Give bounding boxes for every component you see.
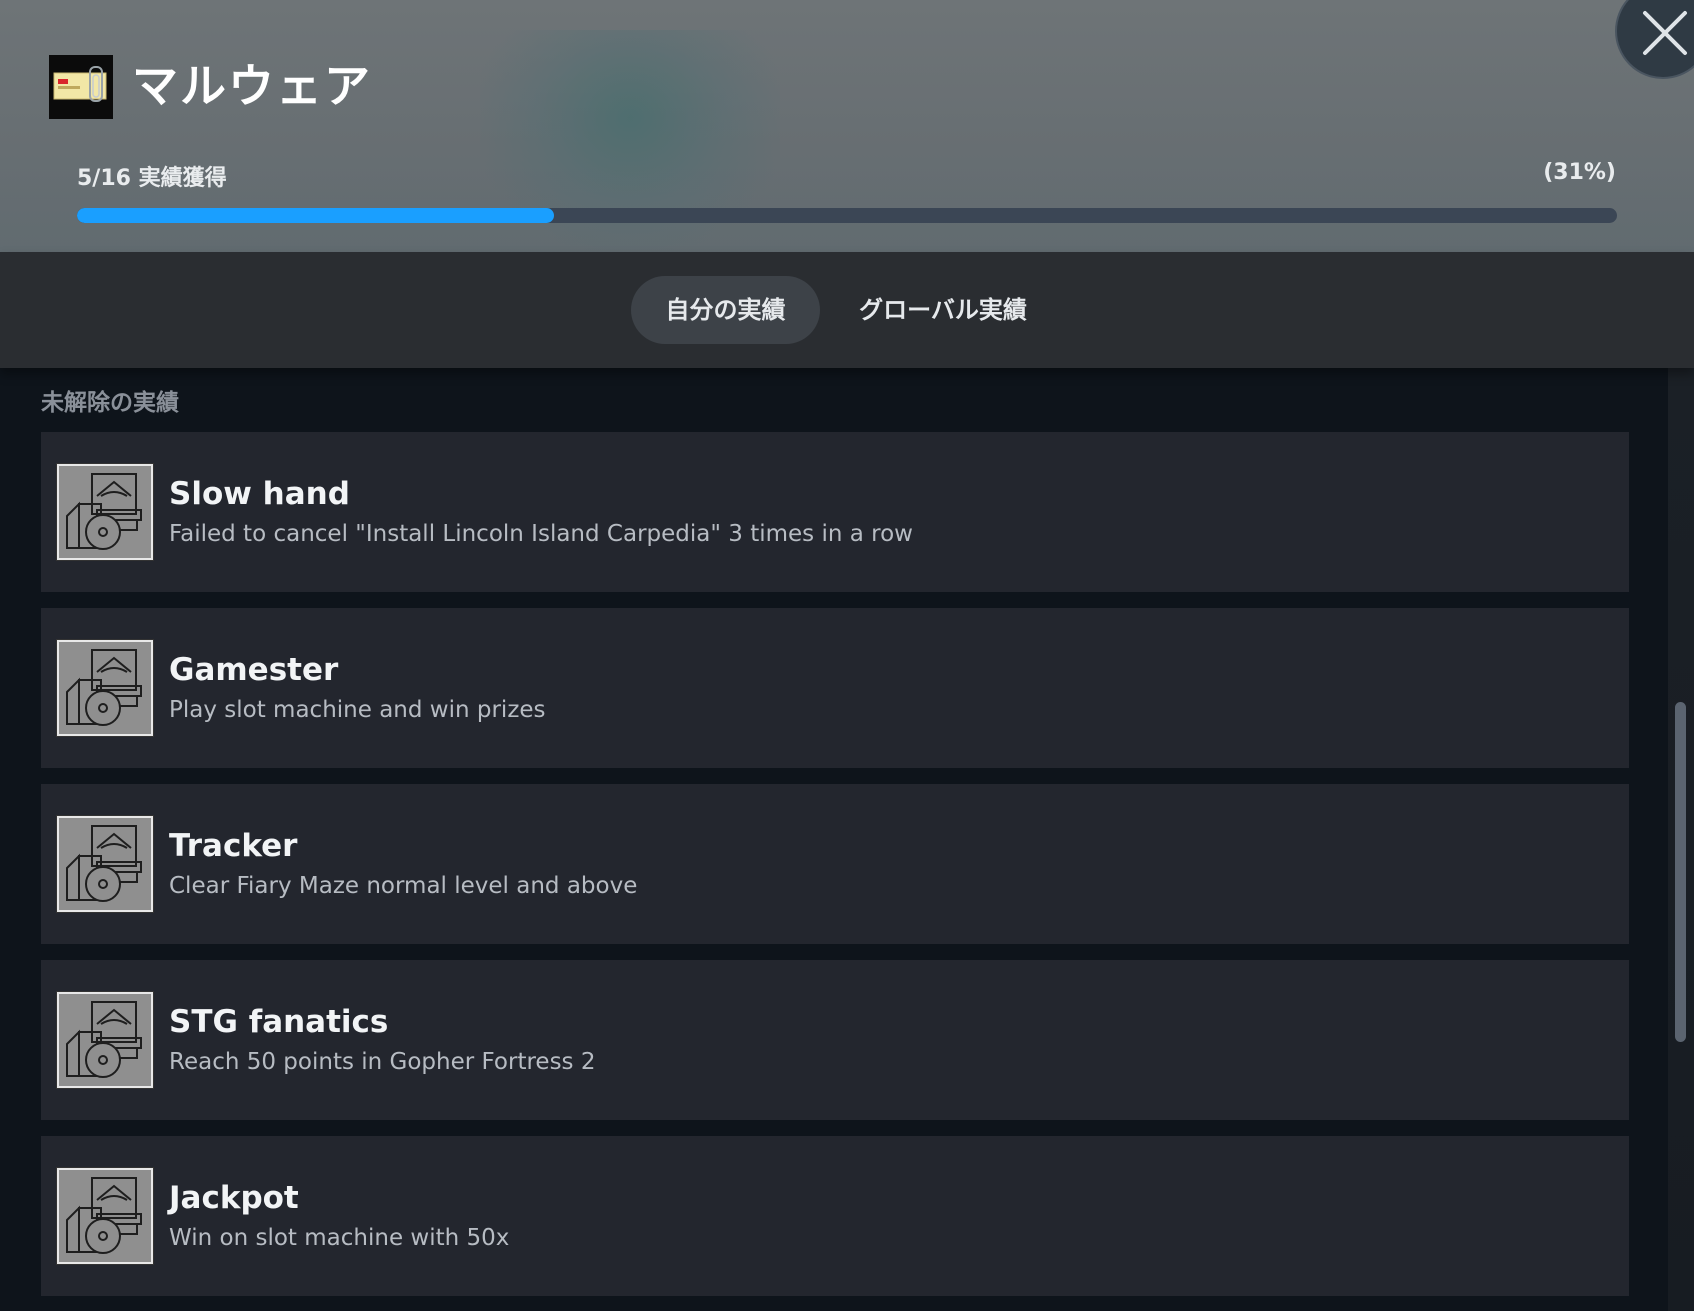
locked-achievement-icon [56, 991, 154, 1089]
locked-achievement-icon [56, 463, 154, 561]
locked-achievement-icon [56, 639, 154, 737]
scrollbar-thumb[interactable] [1675, 702, 1686, 1042]
achievement-card[interactable]: Jackpot Win on slot machine with 50x [41, 1136, 1629, 1296]
locked-achievement-icon [56, 1167, 154, 1265]
tabs-bar: 自分の実績 グローバル実績 [0, 252, 1694, 368]
tab-global-achievements[interactable]: グローバル実績 [838, 276, 1048, 344]
progress-label: 5/16 実績獲得 [77, 166, 227, 191]
game-title: マルウェア [132, 59, 372, 113]
achievement-name: Tracker [169, 828, 298, 864]
achievements-modal: マルウェア 5/16 実績獲得 (31%) 自分の実績 グローバル実績 未解除の… [0, 0, 1694, 1311]
achievement-description: Failed to cancel "Install Lincoln Island… [169, 521, 913, 547]
achievement-description: Clear Fiary Maze normal level and above [169, 873, 638, 899]
achievement-name: Gamester [169, 652, 339, 688]
locked-achievement-icon [56, 815, 154, 913]
achievement-card[interactable]: Tracker Clear Fiary Maze normal level an… [41, 784, 1629, 944]
game-header: マルウェア 5/16 実績獲得 (31%) [0, 0, 1694, 252]
close-icon [1643, 11, 1687, 55]
progress-percent: (31%) [1543, 160, 1616, 185]
achievement-name: Slow hand [169, 476, 350, 512]
achievement-list-area: 未解除の実績 Slow hand Failed to cancel "Insta… [0, 368, 1694, 1311]
section-title: 未解除の実績 [41, 390, 179, 416]
achievement-description: Play slot machine and win prizes [169, 697, 546, 723]
achievement-name: Jackpot [169, 1180, 299, 1216]
achievement-list: Slow hand Failed to cancel "Install Linc… [41, 432, 1629, 1311]
progress-bar-fill [77, 208, 555, 223]
close-button[interactable] [1615, 0, 1694, 79]
achievement-card[interactable]: Slow hand Failed to cancel "Install Linc… [41, 432, 1629, 592]
achievement-name: STG fanatics [169, 1004, 389, 1040]
achievement-card[interactable]: Gamester Play slot machine and win prize… [41, 608, 1629, 768]
progress-bar [77, 208, 1617, 223]
tab-my-achievements[interactable]: 自分の実績 [631, 276, 820, 344]
achievement-description: Reach 50 points in Gopher Fortress 2 [169, 1049, 596, 1075]
achievement-description: Win on slot machine with 50x [169, 1225, 510, 1251]
malware-game-icon [49, 55, 113, 119]
achievement-card[interactable]: STG fanatics Reach 50 points in Gopher F… [41, 960, 1629, 1120]
